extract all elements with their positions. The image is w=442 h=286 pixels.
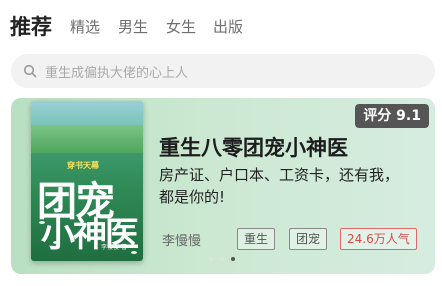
search-bar[interactable]: 重生成偏执大佬的心上人	[11, 54, 435, 88]
popularity-tag: 24.6万人气	[340, 228, 417, 250]
cover-leaf	[39, 221, 45, 224]
tab-publish[interactable]: 出版	[213, 16, 243, 37]
cover-leaf	[125, 233, 131, 236]
tab-recommend[interactable]: 推荐	[10, 11, 52, 41]
score-badge: 评分 9.1	[355, 104, 429, 128]
book-description: 房产证、户口本、工资卡，还有我，都是你的!	[159, 166, 400, 206]
book-title[interactable]: 重生八零团宠小神医	[159, 132, 348, 162]
category-tabs: 推荐 精选 男生 女生 出版	[0, 0, 442, 52]
search-input-placeholder[interactable]: 重生成偏执大佬的心上人	[45, 62, 188, 81]
search-icon	[23, 64, 37, 78]
carousel-dot-active	[231, 257, 235, 261]
tab-male[interactable]: 男生	[118, 16, 148, 37]
carousel-dot	[209, 257, 213, 261]
tab-female[interactable]: 女生	[166, 16, 196, 37]
book-author: 李慢慢	[162, 234, 202, 249]
genre-tag: 重生	[237, 228, 276, 250]
carousel-dot	[220, 257, 224, 261]
cover-field	[31, 125, 143, 153]
book-cover[interactable]: 穿书天幕 团宠 小神医 李慢慢 著	[31, 101, 143, 261]
cover-leaf	[131, 251, 137, 254]
featured-book-card[interactable]: 穿书天幕 团宠 小神医 李慢慢 著 评分 9.1 重生八零团宠小神医 房产证、户…	[11, 98, 435, 274]
genre-tag: 团宠	[289, 228, 328, 250]
cover-leaf	[53, 241, 59, 244]
tab-selected[interactable]: 精选	[70, 16, 100, 37]
cover-author: 李慢慢 著	[101, 244, 127, 251]
